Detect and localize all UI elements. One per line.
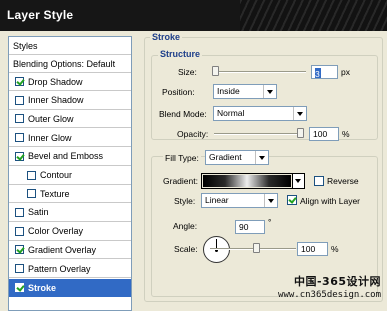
size-input-value: 3 [315, 67, 321, 79]
fill-type-value: Gradient [209, 152, 242, 162]
position-value: Inside [217, 86, 240, 96]
style-item-label: Drop Shadow [28, 76, 83, 87]
style-item-checkbox[interactable] [15, 207, 24, 217]
style-item-label: Bevel and Emboss [28, 151, 104, 162]
scale-slider-thumb[interactable] [253, 243, 260, 253]
structure-title: Structure [158, 49, 203, 59]
align-with-layer-checkbox[interactable] [287, 195, 297, 205]
window-title: Layer Style [7, 8, 74, 22]
position-dropdown[interactable]: Inside [213, 84, 277, 99]
style-item-contour[interactable]: Contour [9, 167, 131, 185]
stroke-title: Stroke [150, 32, 183, 42]
chevron-down-icon [263, 85, 276, 98]
style-item-bevel-and-emboss[interactable]: Bevel and Emboss [9, 148, 131, 166]
style-item-texture[interactable]: Texture [9, 185, 131, 204]
style-item-label: Texture [40, 188, 70, 199]
fill-type-dropdown[interactable]: Gradient [205, 150, 269, 165]
position-label: Position: [162, 87, 195, 97]
blend-mode-label: Blend Mode: [159, 109, 207, 119]
style-item-checkbox[interactable] [15, 264, 24, 273]
style-item-checkbox[interactable] [27, 189, 36, 199]
chevron-down-icon[interactable] [292, 174, 304, 188]
angle-input[interactable]: 90 [235, 220, 265, 234]
style-dropdown[interactable]: Linear [201, 193, 278, 208]
blend-mode-dropdown[interactable]: Normal [213, 106, 307, 121]
style-item-label: Stroke [28, 282, 57, 293]
style-item-checkbox[interactable] [15, 151, 24, 161]
style-item-checkbox[interactable] [15, 114, 24, 124]
scale-unit: % [331, 244, 339, 254]
gradient-label: Gradient: [163, 176, 198, 186]
reverse-checkbox[interactable] [314, 176, 324, 186]
style-item-label: Satin [28, 207, 49, 218]
layer-style-dialog: Styles Blending Options: Default Drop Sh… [0, 31, 387, 311]
fill-type-label: Fill Type: [163, 153, 201, 163]
opacity-slider-thumb[interactable] [297, 128, 304, 138]
style-item-inner-shadow[interactable]: Inner Shadow [9, 92, 131, 110]
style-item-label: Gradient Overlay [28, 244, 97, 255]
size-slider-thumb[interactable] [212, 66, 219, 76]
style-item-checkbox[interactable] [15, 226, 24, 236]
watermark-cn: 中国-365设计网 [293, 275, 381, 288]
style-item-checkbox[interactable] [27, 170, 36, 180]
style-item-label: Pattern Overlay [28, 263, 91, 274]
style-item-label: Inner Glow [28, 132, 72, 143]
blending-options-label: Blending Options: Default [13, 58, 116, 69]
style-item-label: Inner Shadow [28, 95, 84, 106]
title-bar: Layer Style [0, 0, 387, 31]
watermark: 中国-365设计网 www.cn365design.com [278, 273, 381, 300]
size-slider-track[interactable] [214, 71, 306, 73]
style-item-checkbox[interactable] [15, 133, 24, 143]
style-item-drop-shadow[interactable]: Drop Shadow [9, 73, 131, 91]
style-item-inner-glow[interactable]: Inner Glow [9, 129, 131, 148]
gradient-preview[interactable] [203, 175, 291, 187]
style-item-checkbox[interactable] [15, 95, 24, 105]
opacity-input[interactable]: 100 [309, 127, 339, 141]
watermark-url: www.cn365design.com [278, 290, 381, 300]
style-item-gradient-overlay[interactable]: Gradient Overlay [9, 241, 131, 260]
style-item-outer-glow[interactable]: Outer Glow [9, 110, 131, 129]
gradient-picker[interactable] [201, 173, 305, 189]
style-item-checkbox[interactable] [15, 245, 24, 255]
style-item-label: Outer Glow [28, 113, 74, 124]
style-label: Style: [174, 196, 196, 206]
reverse-label: Reverse [327, 176, 359, 186]
style-item-label: Contour [40, 170, 73, 180]
styles-list: Styles Blending Options: Default Drop Sh… [8, 36, 132, 311]
blend-mode-value: Normal [217, 108, 245, 118]
opacity-unit: % [342, 129, 350, 139]
opacity-slider-track[interactable] [214, 133, 304, 135]
scale-input[interactable]: 100 [297, 242, 328, 256]
blending-options-item[interactable]: Blending Options: Default [9, 55, 131, 73]
style-item-stroke[interactable]: Stroke [9, 278, 131, 297]
style-item-satin[interactable]: Satin [9, 204, 131, 222]
style-value: Linear [205, 195, 229, 205]
angle-unit: ° [268, 217, 272, 227]
size-input[interactable]: 3 [311, 65, 338, 79]
chevron-down-icon [264, 194, 277, 207]
scale-label: Scale: [174, 244, 198, 254]
styles-header-label: Styles [13, 40, 38, 51]
angle-label: Angle: [173, 221, 198, 231]
style-item-color-overlay[interactable]: Color Overlay [9, 223, 131, 241]
opacity-label: Opacity: [177, 129, 209, 139]
title-bar-pattern [240, 0, 387, 31]
style-item-checkbox[interactable] [15, 283, 24, 293]
style-item-checkbox[interactable] [15, 77, 24, 86]
size-label: Size: [178, 67, 197, 77]
style-item-pattern-overlay[interactable]: Pattern Overlay [9, 260, 131, 278]
style-item-label: Color Overlay [28, 226, 84, 237]
size-unit: px [341, 67, 350, 77]
chevron-down-icon [255, 151, 268, 164]
align-with-layer-label: Align with Layer [300, 196, 361, 206]
styles-header[interactable]: Styles [9, 37, 131, 55]
chevron-down-icon [293, 107, 306, 120]
